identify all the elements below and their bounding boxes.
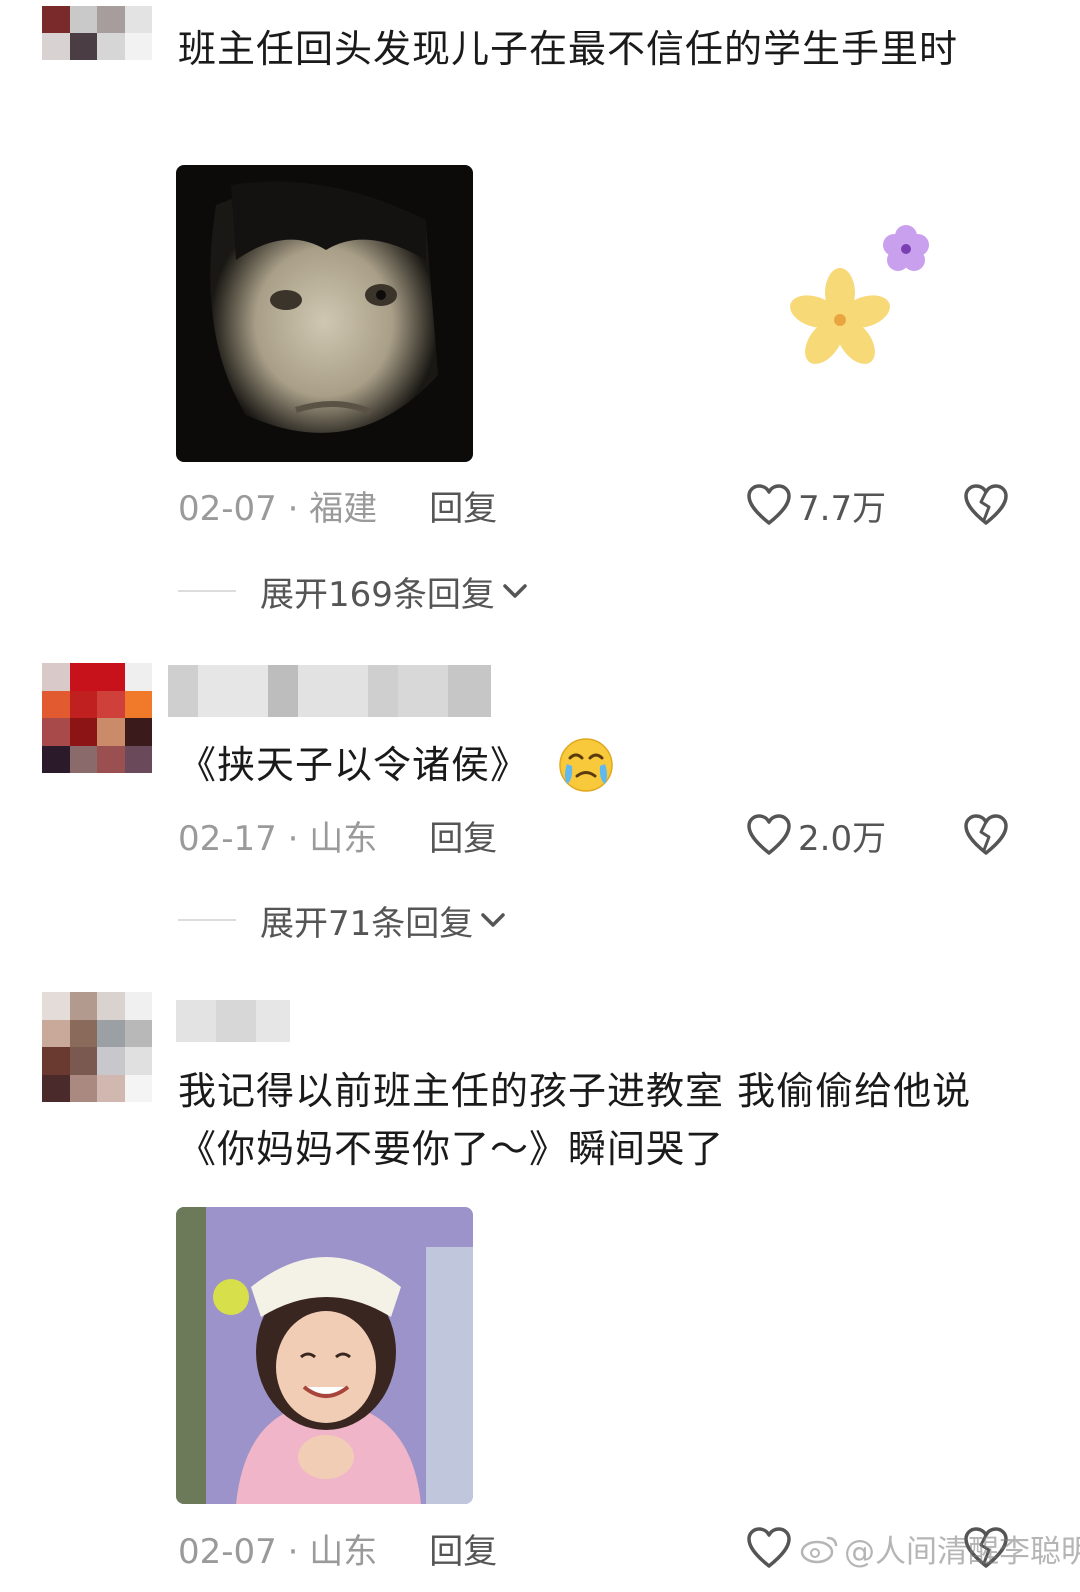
like-count: 2.0万 — [798, 818, 887, 859]
chevron-down-icon — [503, 584, 527, 598]
like-button[interactable] — [746, 1525, 798, 1571]
username[interactable] — [168, 665, 491, 717]
comment-text: 《挟天子以令诸侯》 — [178, 743, 530, 787]
comment-meta: 02-07 · 山东 回复 — [178, 1524, 497, 1573]
comment-text-row: 《挟天子以令诸侯》 — [178, 736, 1008, 794]
comment-date-location: 02-07 · 山东 — [178, 1531, 378, 1572]
like-count: 7.7万 — [798, 488, 887, 529]
divider-line — [178, 919, 236, 921]
avatar[interactable] — [42, 6, 152, 60]
heart-outline-icon — [747, 484, 791, 525]
crying-face-emoji — [559, 738, 613, 792]
like-button[interactable]: 2.0万 — [746, 812, 887, 859]
comment-meta: 02-07 · 福建 回复 — [178, 481, 497, 530]
meme-image[interactable] — [176, 165, 473, 462]
avatar[interactable] — [42, 663, 152, 773]
flower-sticker — [790, 268, 890, 364]
reply-button[interactable]: 回复 — [429, 811, 497, 860]
flower-sticker — [883, 225, 929, 271]
expand-replies[interactable]: 展开169条回复 — [178, 568, 529, 615]
dislike-button[interactable] — [962, 812, 1010, 858]
weibo-logo-icon — [800, 1536, 838, 1564]
broken-heart-icon — [964, 484, 1008, 525]
heart-outline-icon — [747, 814, 791, 855]
dislike-button[interactable] — [962, 482, 1010, 528]
expand-replies-label: 展开169条回复 — [260, 574, 495, 615]
heart-outline-icon — [747, 1527, 791, 1568]
watermark: @人间清醒李聪明 — [800, 1525, 1080, 1571]
meme-image[interactable] — [176, 1207, 473, 1504]
comment-date-location: 02-07 · 福建 — [178, 488, 378, 529]
reply-button[interactable]: 回复 — [429, 481, 497, 530]
reply-button[interactable]: 回复 — [429, 1524, 497, 1573]
comment-text: 班主任回头发现儿子在最不信任的学生手里时 — [178, 27, 959, 71]
avatar[interactable] — [42, 992, 152, 1102]
chevron-down-icon — [481, 913, 506, 927]
username[interactable] — [176, 1000, 290, 1042]
comment-date-location: 02-17 · 山东 — [178, 818, 378, 859]
expand-replies[interactable]: 展开71条回复 — [178, 897, 507, 944]
comment-text: 我记得以前班主任的孩子进教室 我偷偷给他说《你妈妈不要你了～》瞬间哭了 — [178, 1069, 972, 1171]
comment-meta: 02-17 · 山东 回复 — [178, 811, 497, 860]
watermark-text: @人间清醒李聪明 — [844, 1533, 1080, 1570]
expand-replies-label: 展开71条回复 — [260, 903, 474, 944]
broken-heart-icon — [964, 814, 1008, 855]
like-button[interactable]: 7.7万 — [746, 482, 887, 529]
divider-line — [178, 590, 236, 592]
